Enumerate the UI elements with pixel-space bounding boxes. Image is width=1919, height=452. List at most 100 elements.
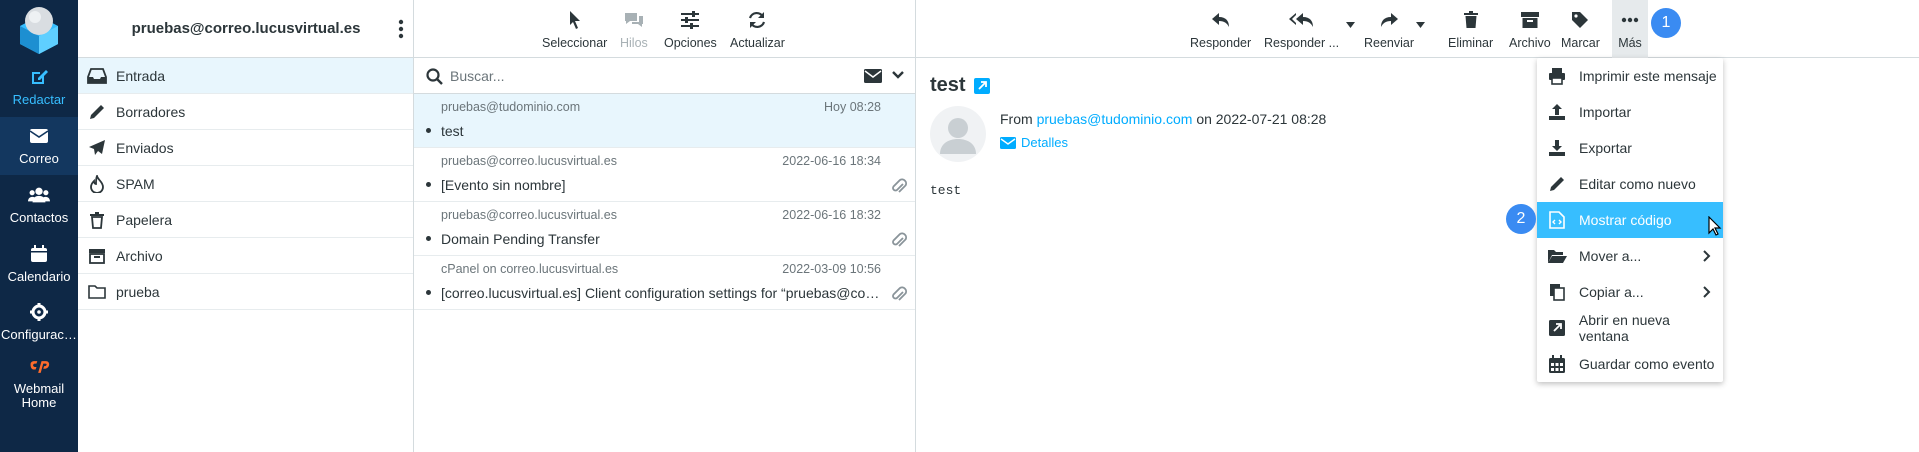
message-row[interactable]: pruebas@correo.lucusvirtual.es 2022-06-1… xyxy=(414,202,915,256)
reply-all-icon xyxy=(1264,8,1339,32)
reply-all-dropdown[interactable] xyxy=(1346,22,1355,28)
menu-copy-to[interactable]: Copiar a... xyxy=(1537,274,1723,310)
refresh-label: Actualizar xyxy=(730,36,785,50)
message-subject: [correo.lucusvirtual.es] Client configur… xyxy=(441,285,881,301)
search-bar xyxy=(414,58,915,94)
users-icon xyxy=(28,184,50,206)
compose-label: Redactar xyxy=(12,92,66,107)
folder-spam[interactable]: SPAM xyxy=(78,166,413,202)
envelope-icon xyxy=(1000,136,1016,149)
folder-archive[interactable]: Archivo xyxy=(78,238,413,274)
nav-calendar[interactable]: Calendario xyxy=(0,235,78,293)
message-row[interactable]: cPanel on correo.lucusvirtual.es 2022-03… xyxy=(414,256,915,310)
paperclip-icon xyxy=(891,177,907,195)
search-input[interactable] xyxy=(450,66,840,86)
folder-open-icon xyxy=(1547,248,1567,264)
reading-pane: Responder Responder ... Reenviar Elimina… xyxy=(916,0,1919,452)
message-date: 2022-06-16 18:34 xyxy=(782,154,881,168)
contacts-label: Contactos xyxy=(9,210,69,225)
delete-label: Eliminar xyxy=(1448,36,1494,50)
copy-icon xyxy=(1547,283,1567,301)
pencil-icon xyxy=(1547,175,1567,193)
message-row[interactable]: pruebas@correo.lucusvirtual.es 2022-06-1… xyxy=(414,148,915,202)
mail-label: Correo xyxy=(19,151,59,166)
folder-prueba[interactable]: prueba xyxy=(78,274,413,310)
menu-move-to[interactable]: Mover a... xyxy=(1537,238,1723,274)
fire-icon xyxy=(86,174,108,193)
nav-webmail-home[interactable]: Webmail Home xyxy=(0,352,78,412)
calendar-icon xyxy=(1547,355,1567,373)
folder-header: pruebas@correo.lucusvirtual.es xyxy=(78,0,413,58)
folder-sent[interactable]: Enviados xyxy=(78,130,413,166)
folder-label: Papelera xyxy=(116,211,173,228)
reply-button[interactable]: Responder xyxy=(1190,8,1251,50)
open-external-icon[interactable] xyxy=(974,78,990,94)
menu-label: Copiar a... xyxy=(1579,284,1644,300)
select-label: Seleccionar xyxy=(542,36,608,50)
reply-all-label: Responder ... xyxy=(1264,36,1340,50)
delete-button[interactable]: Eliminar xyxy=(1448,8,1493,50)
refresh-icon xyxy=(730,8,785,32)
archive-button[interactable]: Archivo xyxy=(1509,8,1551,50)
search-options-chevron-icon[interactable] xyxy=(892,71,904,80)
refresh-button[interactable]: Actualizar xyxy=(730,8,785,50)
sender-line: From pruebas@tudominio.com on 2022-07-21… xyxy=(1000,111,1326,127)
message-body: test xyxy=(930,183,962,198)
tag-icon xyxy=(1561,8,1600,32)
menu-save-as-event[interactable]: Guardar como evento xyxy=(1537,346,1723,382)
nav-mail[interactable]: Correo xyxy=(0,117,78,175)
message-from: pruebas@correo.lucusvirtual.es xyxy=(441,154,617,168)
trash-icon xyxy=(1448,8,1493,32)
code-file-icon xyxy=(1547,211,1567,229)
message-from: pruebas@correo.lucusvirtual.es xyxy=(441,208,617,222)
threads-button[interactable]: Hilos xyxy=(620,8,648,50)
forward-label: Reenviar xyxy=(1364,36,1415,50)
more-button[interactable]: Más xyxy=(1612,0,1648,58)
caret-down-icon xyxy=(1416,22,1425,28)
folder-label: SPAM xyxy=(116,175,155,192)
from-prefix: From xyxy=(1000,111,1033,127)
archive-icon xyxy=(86,248,108,264)
nav-contacts[interactable]: Contactos xyxy=(0,176,78,234)
menu-export[interactable]: Exportar xyxy=(1537,130,1723,166)
menu-label: Guardar como evento xyxy=(1579,356,1715,372)
menu-open-new-window[interactable]: Abrir en nueva ventana xyxy=(1537,310,1723,346)
select-button[interactable]: Seleccionar xyxy=(542,8,607,50)
account-menu-button[interactable] xyxy=(395,18,407,40)
settings-label: Configuraci... xyxy=(1,327,78,342)
menu-show-source[interactable]: Mostrar código xyxy=(1537,202,1723,238)
folder-drafts[interactable]: Borradores xyxy=(78,94,413,130)
sender-address-link[interactable]: pruebas@tudominio.com xyxy=(1037,111,1193,127)
menu-import[interactable]: Importar xyxy=(1537,94,1723,130)
message-row[interactable]: pruebas@tudominio.com Hoy 08:28 test xyxy=(414,94,915,148)
details-link[interactable]: Detalles xyxy=(1000,135,1068,150)
folder-trash[interactable]: Papelera xyxy=(78,202,413,238)
forward-dropdown[interactable] xyxy=(1416,22,1425,28)
external-window-icon xyxy=(1547,320,1567,336)
trash-icon xyxy=(86,211,108,229)
cpanel-icon xyxy=(28,356,50,378)
message-from: cPanel on correo.lucusvirtual.es xyxy=(441,262,619,276)
menu-print[interactable]: Imprimir este mensaje xyxy=(1537,58,1723,94)
nav-settings[interactable]: Configuraci... xyxy=(0,293,78,351)
calendar-label: Calendario xyxy=(7,269,71,284)
folder-inbox[interactable]: Entrada xyxy=(78,58,413,94)
mouse-pointer-icon xyxy=(1708,216,1722,236)
menu-label: Abrir en nueva ventana xyxy=(1578,312,1670,344)
details-label: Detalles xyxy=(1021,135,1068,150)
more-label: Más xyxy=(1618,36,1642,50)
forward-button[interactable]: Reenviar xyxy=(1364,8,1414,50)
printer-icon xyxy=(1547,67,1567,85)
sliders-icon xyxy=(664,8,717,32)
search-scope-envelope-icon[interactable] xyxy=(864,69,882,83)
cursor-arrow-icon xyxy=(542,8,607,32)
unread-dot xyxy=(426,236,431,241)
roundcube-logo[interactable] xyxy=(14,4,64,56)
reply-all-button[interactable]: Responder ... xyxy=(1264,8,1339,50)
menu-label: Importar xyxy=(1579,104,1632,120)
paper-plane-icon xyxy=(86,139,108,157)
mark-button[interactable]: Marcar xyxy=(1561,8,1600,50)
options-button[interactable]: Opciones xyxy=(664,8,717,50)
compose-button[interactable]: Redactar xyxy=(0,58,78,116)
menu-edit-as-new[interactable]: Editar como nuevo xyxy=(1537,166,1723,202)
